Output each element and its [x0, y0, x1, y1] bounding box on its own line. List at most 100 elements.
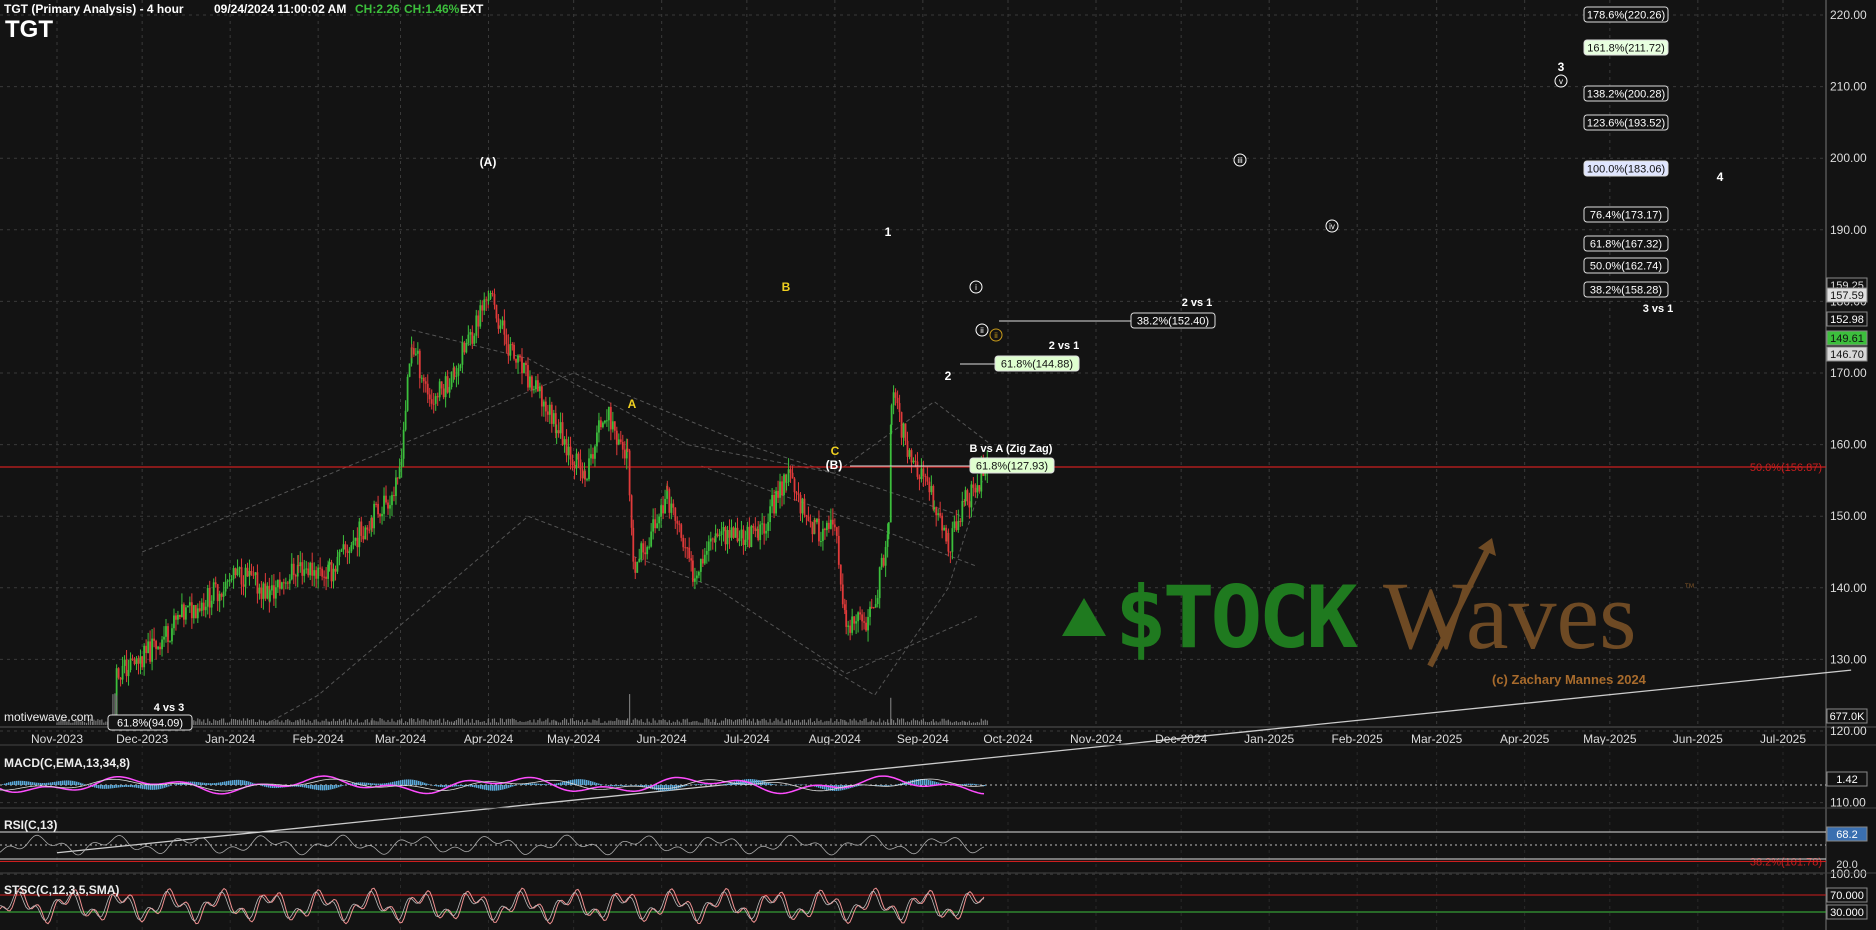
- candle-body: [473, 335, 476, 344]
- macd-histogram-bar: [428, 784, 430, 785]
- macd-histogram-bar: [966, 783, 968, 785]
- candle-body: [432, 403, 435, 405]
- macd-histogram-bar: [886, 785, 888, 786]
- macd-histogram-bar: [220, 782, 222, 785]
- volume-bar: [465, 720, 467, 725]
- macd-histogram-bar: [396, 780, 398, 785]
- wave-label-2: 2: [945, 369, 952, 383]
- volume-bar: [918, 721, 921, 725]
- macd-histogram-bar: [444, 785, 446, 788]
- macd-histogram-bar: [592, 781, 594, 785]
- volume-bar: [469, 722, 471, 725]
- macd-histogram-bar: [582, 779, 584, 785]
- volume-bar: [348, 719, 350, 725]
- candle-body: [68, 796, 70, 803]
- volume-bar: [664, 719, 666, 725]
- volume-bar: [710, 721, 712, 725]
- candle-body: [325, 576, 328, 579]
- volume-bar: [887, 719, 889, 725]
- macd-histogram-bar: [922, 779, 924, 785]
- volume-bar: [419, 720, 421, 725]
- candle-body: [870, 606, 873, 608]
- volume-bar: [433, 720, 435, 725]
- candle-body: [894, 392, 897, 398]
- volume-bar: [487, 718, 490, 725]
- x-tick-label: May-2024: [547, 732, 601, 746]
- fib-target-label: 100.0%(183.06): [1587, 164, 1665, 176]
- volume-bar: [215, 720, 217, 725]
- volume-bar: [503, 722, 505, 725]
- volume-bar: [690, 722, 692, 725]
- volume-bar: [377, 721, 379, 725]
- candle-body: [228, 580, 231, 582]
- candle-body: [181, 604, 183, 618]
- volume-bar: [763, 718, 765, 725]
- macd-histogram-bar: [540, 783, 542, 785]
- macd-histogram-bar: [926, 779, 928, 785]
- envelope-band: [411, 329, 992, 474]
- volume-bar: [581, 719, 584, 725]
- candle-body: [297, 564, 300, 567]
- candle-body: [611, 421, 614, 430]
- candle-body: [459, 364, 462, 369]
- volume-bar: [567, 722, 570, 725]
- volume-bar: [513, 718, 515, 725]
- volume-bar: [845, 721, 847, 725]
- volume-bar: [912, 718, 915, 725]
- candle-body: [338, 551, 341, 557]
- volume-bar: [883, 720, 885, 725]
- macd-histogram-bar: [408, 779, 410, 785]
- candle-body: [153, 638, 155, 641]
- candle-body: [709, 538, 712, 542]
- volume-bar: [904, 722, 907, 725]
- macd-histogram-bar: [236, 779, 238, 785]
- macd-histogram-bar: [474, 785, 476, 788]
- candle-body: [548, 404, 551, 415]
- y-tick-label: 190.00: [1830, 223, 1867, 237]
- candle-body: [442, 388, 445, 398]
- candle-body: [375, 503, 377, 505]
- volume-bar: [547, 718, 549, 725]
- volume-bar: [910, 720, 913, 725]
- wave-label-minor-a: A: [628, 397, 637, 411]
- wave-label-1: 1: [885, 225, 892, 239]
- candle-body: [594, 446, 596, 459]
- macd-histogram-bar: [512, 785, 514, 787]
- candle-body: [159, 646, 161, 650]
- macd-histogram-bar: [104, 785, 106, 789]
- macd-histogram-bar: [64, 780, 66, 785]
- macd-histogram-bar: [200, 782, 202, 785]
- candle-body: [364, 527, 367, 540]
- macd-histogram-bar: [508, 785, 510, 788]
- candle-body: [226, 580, 229, 582]
- volume-bar: [315, 719, 317, 725]
- candle-body: [501, 320, 504, 326]
- volume-bar: [855, 720, 857, 725]
- volume-bar: [692, 721, 694, 725]
- volume-bar: [803, 719, 806, 725]
- candle-body: [434, 396, 437, 404]
- macd-histogram-bar: [542, 784, 544, 785]
- macd-histogram-bar: [36, 782, 38, 785]
- volume-bar: [406, 722, 409, 725]
- volume-bar: [281, 720, 283, 725]
- volume-bar: [405, 721, 407, 725]
- candle-body: [505, 334, 508, 345]
- volume-bar: [787, 719, 790, 725]
- candle-body: [282, 582, 285, 584]
- macd-histogram-bar: [212, 783, 214, 785]
- candle-body: [748, 526, 751, 548]
- candle-body: [161, 639, 163, 650]
- candle-body: [416, 350, 419, 354]
- macd-histogram-bar: [304, 785, 306, 788]
- candle-body: [765, 530, 768, 534]
- macd-histogram-bar: [8, 782, 10, 785]
- volume-bar: [947, 719, 949, 725]
- volume-bar: [908, 722, 911, 725]
- macd-histogram-bar: [38, 782, 40, 785]
- macd-histogram-bar: [202, 782, 204, 785]
- candle-body: [636, 561, 639, 573]
- volume-bar: [273, 721, 275, 725]
- volume-bar: [509, 719, 511, 725]
- candle-body: [420, 377, 423, 379]
